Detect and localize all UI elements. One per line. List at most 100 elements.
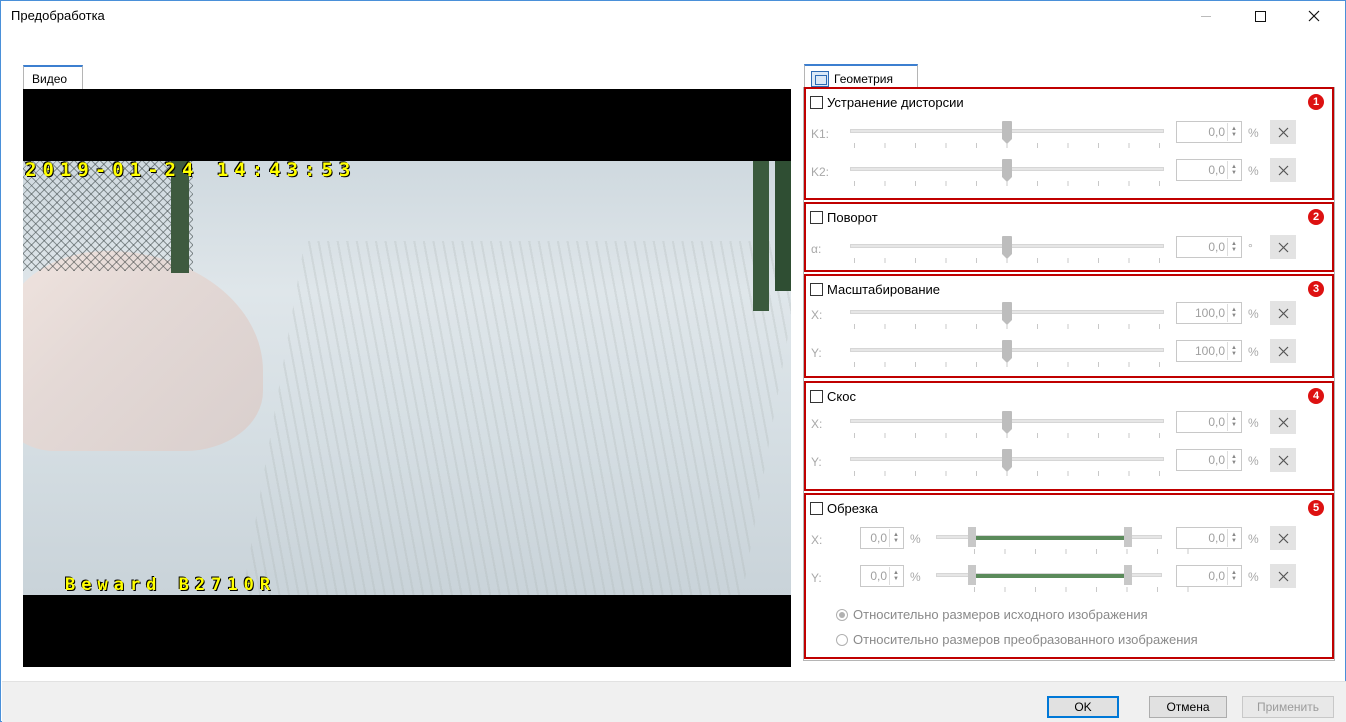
crop-checkbox[interactable] (810, 502, 823, 515)
param-label: K2: (811, 165, 830, 179)
crop-x-right-spinbox[interactable]: 0,0 ▲ ▼ (1176, 527, 1242, 549)
cancel-button[interactable]: Отмена (1149, 696, 1227, 718)
angle-slider[interactable] (850, 234, 1164, 266)
param-row-scale-y: Y: 100,0 ▲ ▼ % (806, 338, 1332, 370)
skew-y-spinbox[interactable]: 0,0 ▲ ▼ (1176, 449, 1242, 471)
range-thumb-right[interactable] (1124, 527, 1132, 547)
section-header: Скос (810, 389, 856, 404)
close-button[interactable] (1291, 1, 1337, 31)
range-thumb-left[interactable] (968, 565, 976, 585)
skew-checkbox[interactable] (810, 390, 823, 403)
range-fill (974, 574, 1124, 578)
spin-arrows-icon[interactable]: ▲ ▼ (1227, 567, 1240, 585)
spin-arrows-icon[interactable]: ▲ ▼ (889, 567, 902, 585)
slider-thumb[interactable] (1002, 159, 1012, 182)
spin-arrows-icon[interactable]: ▲ ▼ (1227, 451, 1240, 469)
spin-arrows-icon[interactable]: ▲ ▼ (1227, 161, 1240, 179)
crop-y-range-slider[interactable] (936, 563, 1192, 595)
k2-slider[interactable] (850, 157, 1164, 189)
reset-button[interactable] (1270, 410, 1296, 434)
angle-spinbox[interactable]: 0,0 ▲ ▼ (1176, 236, 1242, 258)
unit-label: % (1248, 454, 1259, 468)
x-icon (1278, 308, 1288, 318)
reset-button[interactable] (1270, 448, 1296, 472)
unit-label: % (1248, 416, 1259, 430)
scale-x-slider[interactable] (850, 300, 1164, 332)
reset-button[interactable] (1270, 564, 1296, 588)
section-skew: Скос 4 X: 0,0 ▲ ▼ % Y: 0,0 ▲ ▼ % (804, 381, 1334, 491)
slider-thumb[interactable] (1002, 340, 1012, 363)
slider-thumb[interactable] (1002, 411, 1012, 434)
scale-y-spinbox[interactable]: 100,0 ▲ ▼ (1176, 340, 1242, 362)
k1-slider[interactable] (850, 119, 1164, 151)
minimize-button[interactable] (1183, 1, 1229, 31)
x-icon (1278, 417, 1288, 427)
scaling-checkbox[interactable] (810, 283, 823, 296)
radio-label: Относительно размеров исходного изображе… (853, 607, 1148, 622)
tab-geometry[interactable]: Геометрия (804, 64, 918, 88)
range-thumb-left[interactable] (968, 527, 976, 547)
slider-thumb[interactable] (1002, 236, 1012, 259)
param-label: K1: (811, 127, 830, 141)
gate-post (775, 161, 791, 291)
rotation-checkbox[interactable] (810, 211, 823, 224)
unit-label: ° (1248, 241, 1253, 255)
reset-button[interactable] (1270, 339, 1296, 363)
crop-y-left-spinbox[interactable]: 0,0 ▲ ▼ (860, 565, 904, 587)
reset-button[interactable] (1270, 301, 1296, 325)
reset-button[interactable] (1270, 526, 1296, 550)
param-label: Y: (811, 346, 822, 360)
radio-label: Относительно размеров преобразованного и… (853, 632, 1198, 647)
spin-arrows-icon[interactable]: ▲ ▼ (1227, 304, 1240, 322)
reset-button[interactable] (1270, 235, 1296, 259)
spin-arrows-icon[interactable]: ▲ ▼ (1227, 413, 1240, 431)
param-row-k2: K2: 0,0 ▲ ▼ % (806, 157, 1332, 189)
ok-button[interactable]: OK (1047, 696, 1119, 718)
spin-arrows-icon[interactable]: ▲ ▼ (1227, 342, 1240, 360)
section-title: Обрезка (827, 501, 878, 516)
scale-x-spinbox[interactable]: 100,0 ▲ ▼ (1176, 302, 1242, 324)
param-label: Y: (811, 455, 822, 469)
skew-y-slider[interactable] (850, 447, 1164, 479)
crop-x-range-slider[interactable] (936, 525, 1192, 557)
slider-thumb[interactable] (1002, 302, 1012, 325)
tab-video[interactable]: Видео (23, 65, 83, 89)
skew-x-slider[interactable] (850, 409, 1164, 441)
param-row-skew-x: X: 0,0 ▲ ▼ % (806, 409, 1332, 441)
param-label: X: (811, 308, 823, 322)
slider-thumb[interactable] (1002, 449, 1012, 472)
reset-button[interactable] (1270, 158, 1296, 182)
section-rotation: Поворот 2 α: 0,0 ▲ ▼ ° (804, 202, 1334, 272)
osd-camera-model: Beward B2710R (65, 575, 277, 595)
k2-spinbox[interactable]: 0,0 ▲ ▼ (1176, 159, 1242, 181)
param-row-k1: K1: 0,0 ▲ ▼ % (806, 119, 1332, 151)
distortion-checkbox[interactable] (810, 96, 823, 109)
unit-label: % (910, 532, 921, 546)
geometry-icon (811, 70, 829, 87)
x-icon (1278, 533, 1288, 543)
maximize-icon (1254, 10, 1266, 22)
radio-button-selected[interactable] (836, 608, 848, 621)
slider-thumb[interactable] (1002, 121, 1012, 144)
window-title: Предобработка (11, 8, 105, 23)
scale-y-slider[interactable] (850, 338, 1164, 370)
radio-button[interactable] (836, 633, 848, 646)
spin-arrows-icon[interactable]: ▲ ▼ (889, 529, 902, 547)
k1-spinbox[interactable]: 0,0 ▲ ▼ (1176, 121, 1242, 143)
crop-y-right-spinbox[interactable]: 0,0 ▲ ▼ (1176, 565, 1242, 587)
skew-x-spinbox[interactable]: 0,0 ▲ ▼ (1176, 411, 1242, 433)
spin-arrows-icon[interactable]: ▲ ▼ (1227, 529, 1240, 547)
reset-button[interactable] (1270, 120, 1296, 144)
unit-label: % (1248, 164, 1259, 178)
radio-transformed-size[interactable]: Относительно размеров преобразованного и… (836, 632, 1198, 647)
apply-button[interactable]: Применить (1242, 696, 1334, 718)
section-badge: 3 (1308, 281, 1324, 297)
maximize-button[interactable] (1237, 1, 1283, 31)
radio-source-size[interactable]: Относительно размеров исходного изображе… (836, 607, 1148, 622)
video-preview: 2019-01-24 14:43:53 Beward B2710R (23, 89, 791, 667)
range-thumb-right[interactable] (1124, 565, 1132, 585)
spin-arrows-icon[interactable]: ▲ ▼ (1227, 123, 1240, 141)
spin-arrows-icon[interactable]: ▲ ▼ (1227, 238, 1240, 256)
title-bar: Предобработка (1, 1, 1345, 31)
crop-x-left-spinbox[interactable]: 0,0 ▲ ▼ (860, 527, 904, 549)
